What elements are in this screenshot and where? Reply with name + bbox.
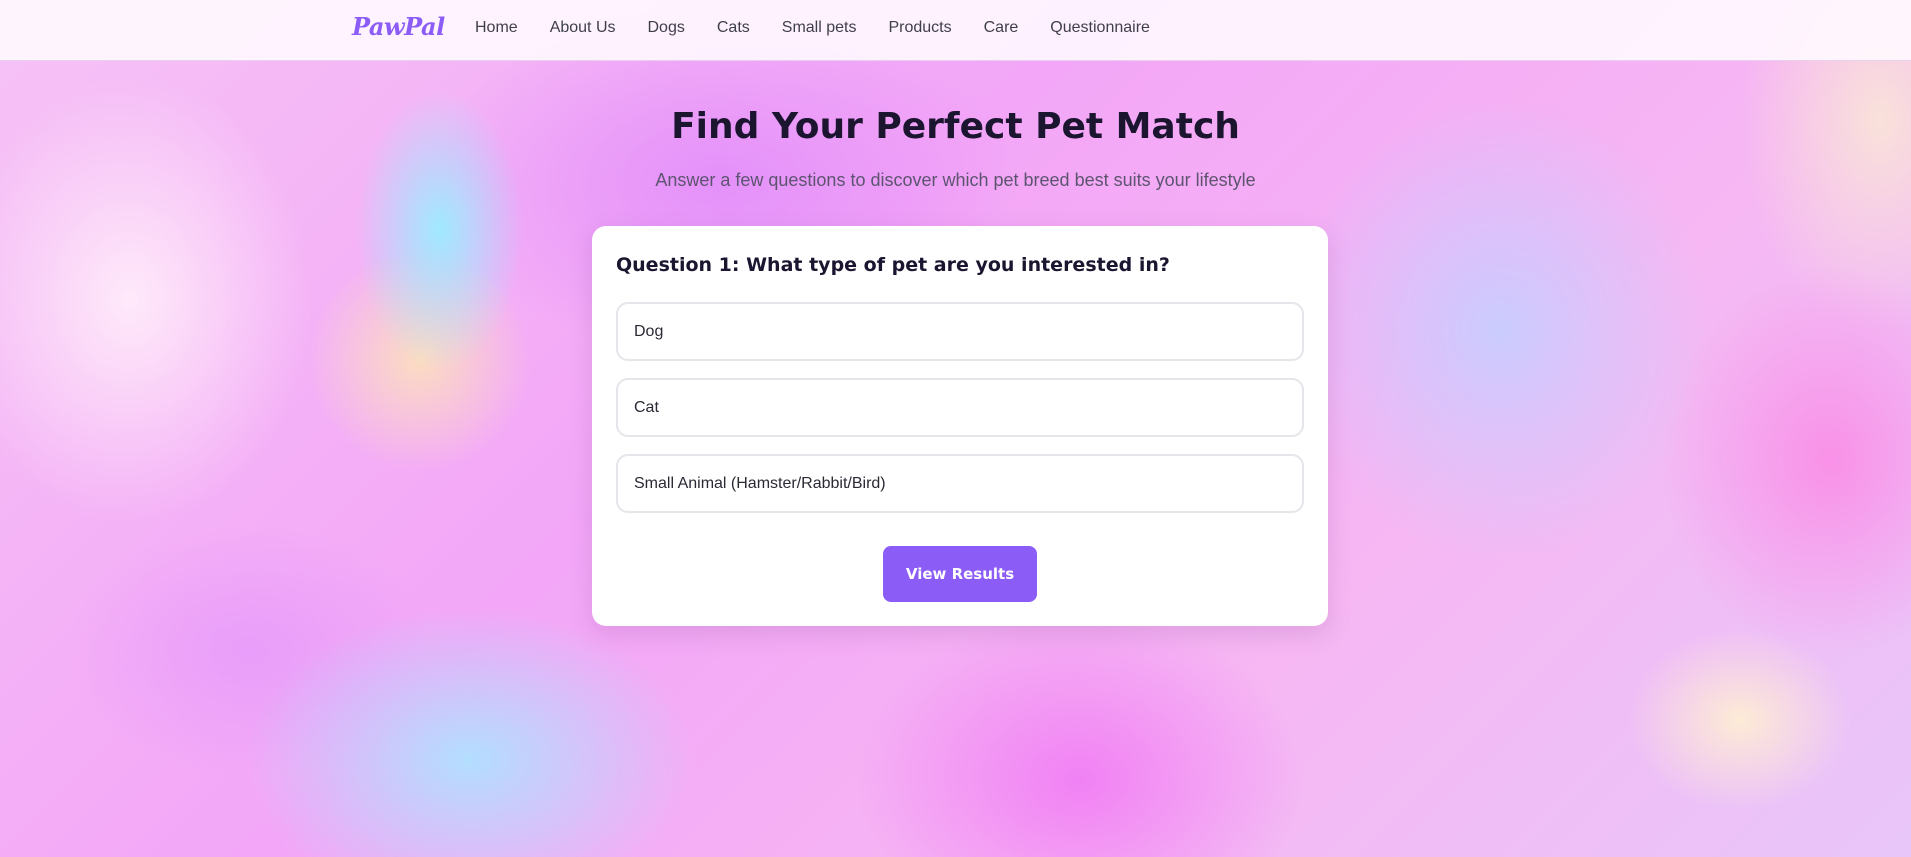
- question-text: Question 1: What type of pet are you int…: [616, 254, 1170, 276]
- nav-care[interactable]: Care: [984, 19, 1019, 37]
- option-cat[interactable]: Cat: [616, 378, 1304, 437]
- pawpal-logo[interactable]: PawPal: [352, 12, 445, 41]
- nav-about-us[interactable]: About Us: [550, 19, 616, 37]
- main-nav: Home About Us Dogs Cats Small pets Produ…: [475, 19, 1150, 37]
- option-dog[interactable]: Dog: [616, 302, 1304, 361]
- option-small-animal[interactable]: Small Animal (Hamster/Rabbit/Bird): [616, 454, 1304, 513]
- option-label: Cat: [634, 398, 659, 416]
- nav-small-pets[interactable]: Small pets: [782, 19, 857, 37]
- nav-products[interactable]: Products: [888, 19, 951, 37]
- view-results-button[interactable]: View Results: [883, 546, 1037, 602]
- option-label: Dog: [634, 322, 664, 340]
- nav-dogs[interactable]: Dogs: [648, 19, 685, 37]
- nav-questionnaire[interactable]: Questionnaire: [1050, 19, 1150, 37]
- page-title: Find Your Perfect Pet Match: [671, 106, 1240, 147]
- quiz-card: Question 1: What type of pet are you int…: [592, 226, 1328, 626]
- nav-cats[interactable]: Cats: [717, 19, 750, 37]
- top-navbar: PawPal Home About Us Dogs Cats Small pet…: [0, 0, 1911, 61]
- nav-home[interactable]: Home: [475, 19, 518, 37]
- option-label: Small Animal (Hamster/Rabbit/Bird): [634, 474, 886, 492]
- page-subtitle: Answer a few questions to discover which…: [655, 170, 1256, 190]
